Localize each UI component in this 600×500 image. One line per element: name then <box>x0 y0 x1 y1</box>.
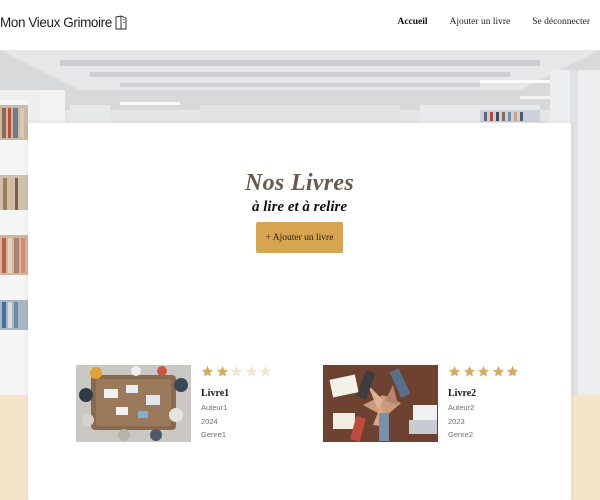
star-filled-icon <box>477 365 490 377</box>
book-card[interactable]: Livre2 Auteur2 2023 Genre2 <box>323 365 523 445</box>
rating-stars <box>448 365 528 379</box>
book-info: Livre2 Auteur2 2023 Genre2 <box>448 365 528 442</box>
add-book-button[interactable]: + Ajouter un livre <box>256 222 343 253</box>
book-cover-image <box>323 365 438 442</box>
star-filled-icon <box>201 365 214 377</box>
star-filled-icon <box>506 365 519 377</box>
star-filled-icon <box>216 365 228 377</box>
logo[interactable]: Mon Vieux Grimoire <box>0 15 128 30</box>
book-genre: Genre2 <box>448 430 474 439</box>
star-filled-icon <box>492 365 504 377</box>
nav-logout-link[interactable]: Se déconnecter <box>532 17 590 27</box>
books-card: Nos Livres à lire et à relire + Ajouter … <box>28 123 571 500</box>
main-nav: Accueil Ajouter un livre Se déconnecter <box>397 17 590 27</box>
star-filled-icon <box>448 365 461 377</box>
book-logo-icon <box>115 15 127 30</box>
book-year: 2023 <box>448 416 465 426</box>
star-empty-icon <box>259 365 272 377</box>
book-cover-image <box>76 365 191 442</box>
star-empty-icon <box>245 365 257 377</box>
book-info: Livre1 Auteur1 2024 Genre1 <box>201 365 281 442</box>
star-empty-icon <box>230 365 243 377</box>
page-title: Nos Livres <box>245 170 354 196</box>
book-author: Auteur2 <box>448 403 475 412</box>
rating-stars <box>201 365 281 379</box>
book-card[interactable]: Livre1 Auteur1 2024 Genre1 <box>76 365 276 445</box>
site-header: Mon Vieux Grimoire Accueil Ajouter un li… <box>0 0 600 50</box>
book-year: 2024 <box>201 416 218 426</box>
nav-add-book-link[interactable]: Ajouter un livre <box>450 17 511 27</box>
nav-home-link[interactable]: Accueil <box>397 17 427 27</box>
star-filled-icon <box>463 365 475 377</box>
book-author: Auteur1 <box>201 403 228 412</box>
logo-text: Mon Vieux Grimoire <box>0 15 112 30</box>
book-title: Livre1 <box>201 388 230 399</box>
book-title: Livre2 <box>448 388 477 399</box>
page-subtitle: à lire et à relire <box>252 199 347 215</box>
book-genre: Genre1 <box>201 430 227 439</box>
